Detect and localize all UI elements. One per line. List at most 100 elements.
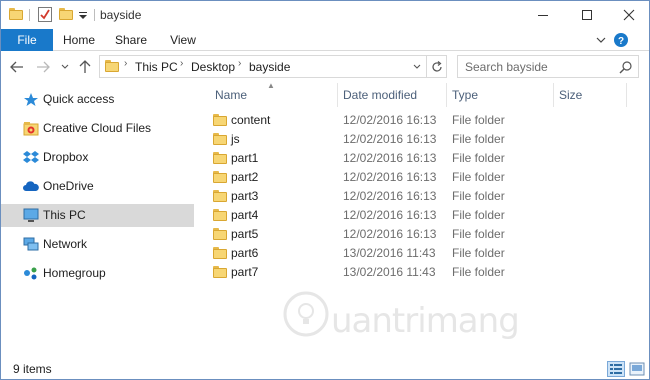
watermark-logo: uantrimang bbox=[283, 291, 520, 343]
large-icons-view-icon bbox=[629, 362, 645, 376]
column-divider[interactable] bbox=[446, 83, 447, 107]
file-date-modified: 12/02/2016 16:13 bbox=[343, 132, 437, 146]
file-row[interactable]: part4 12/02/2016 16:13 File folder bbox=[211, 206, 631, 225]
breadcrumb-separator-icon[interactable]: › bbox=[124, 58, 127, 69]
network-icon bbox=[23, 237, 39, 252]
column-header-name[interactable]: Name bbox=[215, 88, 247, 108]
close-icon bbox=[623, 9, 635, 21]
tab-home[interactable]: Home bbox=[57, 29, 101, 51]
address-history-button[interactable] bbox=[410, 58, 424, 75]
chevron-down-icon bbox=[61, 64, 69, 69]
address-bar[interactable]: › This PC › Desktop › bayside bbox=[99, 55, 447, 78]
breadcrumb-desktop[interactable]: Desktop bbox=[191, 60, 235, 74]
help-icon[interactable]: ? bbox=[613, 32, 629, 48]
sidebar-item-network[interactable]: Network bbox=[1, 233, 194, 256]
watermark-lightbulb-icon bbox=[283, 291, 329, 337]
column-header-date-modified[interactable]: Date modified bbox=[343, 88, 417, 108]
chevron-down-icon bbox=[413, 64, 421, 69]
folder-icon bbox=[213, 190, 227, 202]
breadcrumb-this-pc[interactable]: This PC bbox=[135, 60, 178, 74]
column-divider[interactable] bbox=[337, 83, 338, 107]
refresh-button[interactable] bbox=[426, 56, 446, 77]
onedrive-cloud-icon bbox=[23, 179, 39, 194]
file-name: part3 bbox=[231, 189, 259, 203]
large-icons-view-button[interactable] bbox=[628, 361, 646, 377]
tab-share[interactable]: Share bbox=[111, 29, 151, 51]
sidebar-item-label: Creative Cloud Files bbox=[43, 121, 152, 135]
recent-locations-button[interactable] bbox=[57, 58, 73, 76]
folder-icon bbox=[213, 114, 227, 126]
file-row[interactable]: part3 12/02/2016 16:13 File folder bbox=[211, 187, 631, 206]
maximize-button[interactable] bbox=[565, 1, 609, 29]
search-input[interactable]: Search bayside bbox=[465, 60, 548, 74]
navigation-pane: Quick access Creative Cloud Files Dropbo… bbox=[1, 83, 195, 353]
column-divider[interactable] bbox=[553, 83, 554, 107]
homegroup-icon bbox=[23, 266, 39, 281]
file-row[interactable]: part1 12/02/2016 16:13 File folder bbox=[211, 149, 631, 168]
file-name: part4 bbox=[231, 208, 259, 222]
up-button[interactable] bbox=[77, 58, 93, 76]
file-row[interactable]: part6 13/02/2016 11:43 File folder bbox=[211, 244, 631, 263]
maximize-icon bbox=[582, 10, 592, 20]
column-header-size[interactable]: Size bbox=[559, 88, 582, 108]
minimize-button[interactable] bbox=[521, 1, 565, 29]
file-row[interactable]: part2 12/02/2016 16:13 File folder bbox=[211, 168, 631, 187]
file-name: part2 bbox=[231, 170, 259, 184]
sidebar-item-onedrive[interactable]: OneDrive bbox=[1, 175, 194, 198]
tab-file[interactable]: File bbox=[1, 29, 53, 51]
details-view-button[interactable] bbox=[607, 361, 625, 377]
file-type: File folder bbox=[452, 113, 505, 127]
forward-button[interactable] bbox=[35, 58, 51, 76]
new-folder-icon[interactable] bbox=[59, 8, 73, 20]
file-date-modified: 13/02/2016 11:43 bbox=[343, 246, 436, 260]
sidebar-item-creative-cloud-files[interactable]: Creative Cloud Files bbox=[1, 117, 194, 140]
back-button[interactable] bbox=[9, 58, 25, 76]
folder-icon bbox=[213, 228, 227, 240]
sidebar-item-this-pc[interactable]: This PC bbox=[1, 204, 194, 227]
file-row[interactable]: part5 12/02/2016 16:13 File folder bbox=[211, 225, 631, 244]
title-bar: bayside bbox=[1, 1, 649, 29]
customize-toolbar-dropdown-icon[interactable] bbox=[78, 9, 88, 21]
column-divider[interactable] bbox=[626, 83, 627, 107]
folder-icon bbox=[213, 152, 227, 164]
file-row[interactable]: part7 13/02/2016 11:43 File folder bbox=[211, 263, 631, 282]
file-type: File folder bbox=[452, 189, 505, 203]
sidebar-item-homegroup[interactable]: Homegroup bbox=[1, 262, 194, 285]
file-date-modified: 12/02/2016 16:13 bbox=[343, 208, 437, 222]
breadcrumb-separator-icon[interactable]: › bbox=[180, 58, 183, 69]
up-arrow-icon bbox=[79, 60, 91, 73]
expand-ribbon-chevron-icon[interactable] bbox=[595, 34, 607, 46]
sidebar-item-label: OneDrive bbox=[43, 179, 94, 193]
details-view-icon bbox=[610, 364, 622, 374]
tab-view[interactable]: View bbox=[163, 29, 203, 51]
file-name: part6 bbox=[231, 246, 259, 260]
search-icon[interactable] bbox=[618, 59, 634, 75]
file-type: File folder bbox=[452, 208, 505, 222]
file-date-modified: 12/02/2016 16:13 bbox=[343, 151, 437, 165]
file-type: File folder bbox=[452, 170, 505, 184]
sidebar-item-label: Dropbox bbox=[43, 150, 89, 164]
breadcrumb-separator-icon[interactable]: › bbox=[238, 58, 241, 69]
folder-icon[interactable] bbox=[9, 8, 23, 20]
file-row[interactable]: js 12/02/2016 16:13 File folder bbox=[211, 130, 631, 149]
file-name: part7 bbox=[231, 265, 259, 279]
sidebar-item-dropbox[interactable]: Dropbox bbox=[1, 146, 194, 169]
folder-icon bbox=[213, 266, 227, 278]
toolbar-divider bbox=[29, 9, 30, 21]
minimize-icon bbox=[538, 15, 548, 16]
column-header-type[interactable]: Type bbox=[452, 88, 478, 108]
folder-icon bbox=[105, 60, 119, 72]
breadcrumb-bayside[interactable]: bayside bbox=[249, 60, 290, 74]
sidebar-item-quick-access[interactable]: Quick access bbox=[1, 88, 194, 111]
file-date-modified: 12/02/2016 16:13 bbox=[343, 189, 437, 203]
close-button[interactable] bbox=[607, 1, 649, 29]
star-icon bbox=[23, 92, 39, 107]
watermark-text: uantrimang bbox=[331, 301, 520, 341]
file-date-modified: 12/02/2016 16:13 bbox=[343, 113, 437, 127]
file-row[interactable]: content 12/02/2016 16:13 File folder bbox=[211, 111, 631, 130]
file-name: content bbox=[231, 113, 271, 127]
search-box[interactable]: Search bayside bbox=[457, 55, 639, 78]
file-type: File folder bbox=[452, 132, 505, 146]
item-count: 9 items bbox=[13, 362, 52, 376]
properties-icon[interactable] bbox=[38, 7, 52, 22]
